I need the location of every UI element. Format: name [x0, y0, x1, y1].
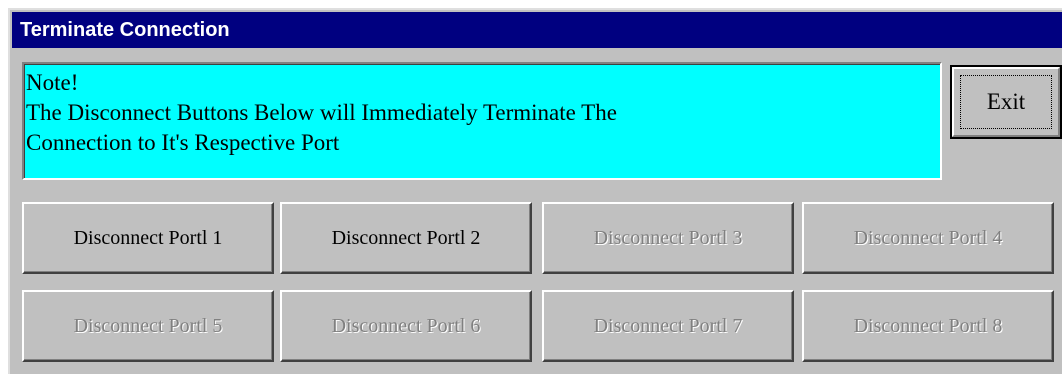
note-line-2: Connection to It's Respective Port [26, 130, 340, 155]
disconnect-port-7-label: Disconnect Portl 7 [593, 314, 743, 337]
disconnect-port-6-label: Disconnect Portl 6 [331, 314, 481, 337]
disconnect-port-4-button[interactable]: Disconnect Portl 4 [802, 202, 1054, 274]
note-line-1: The Disconnect Buttons Below will Immedi… [26, 100, 617, 125]
exit-button[interactable]: Exit [952, 67, 1060, 137]
note-heading: Note! [26, 70, 79, 95]
disconnect-port-4-label: Disconnect Portl 4 [853, 226, 1003, 249]
disconnect-port-7-button[interactable]: Disconnect Portl 7 [542, 290, 794, 362]
window-title: Terminate Connection [12, 12, 1062, 48]
disconnect-port-grid: Disconnect Portl 1 Disconnect Portl 2 Di… [22, 202, 1058, 370]
disconnect-port-5-button[interactable]: Disconnect Portl 5 [22, 290, 274, 362]
disconnect-port-8-label: Disconnect Portl 8 [853, 314, 1003, 337]
exit-button-default-border: Exit [950, 65, 1062, 139]
terminate-connection-window: Terminate Connection Note! The Disconnec… [8, 8, 1062, 374]
note-panel: Note! The Disconnect Buttons Below will … [22, 62, 942, 180]
disconnect-port-2-button[interactable]: Disconnect Portl 2 [280, 202, 532, 274]
disconnect-port-1-label: Disconnect Portl 1 [73, 226, 223, 249]
disconnect-port-8-button[interactable]: Disconnect Portl 8 [802, 290, 1054, 362]
disconnect-port-2-label: Disconnect Portl 2 [331, 226, 481, 249]
disconnect-port-5-label: Disconnect Portl 5 [73, 314, 223, 337]
disconnect-port-6-button[interactable]: Disconnect Portl 6 [280, 290, 532, 362]
disconnect-port-3-button[interactable]: Disconnect Portl 3 [542, 202, 794, 274]
exit-button-label: Exit [986, 89, 1026, 114]
disconnect-port-3-label: Disconnect Portl 3 [593, 226, 743, 249]
disconnect-port-1-button[interactable]: Disconnect Portl 1 [22, 202, 274, 274]
